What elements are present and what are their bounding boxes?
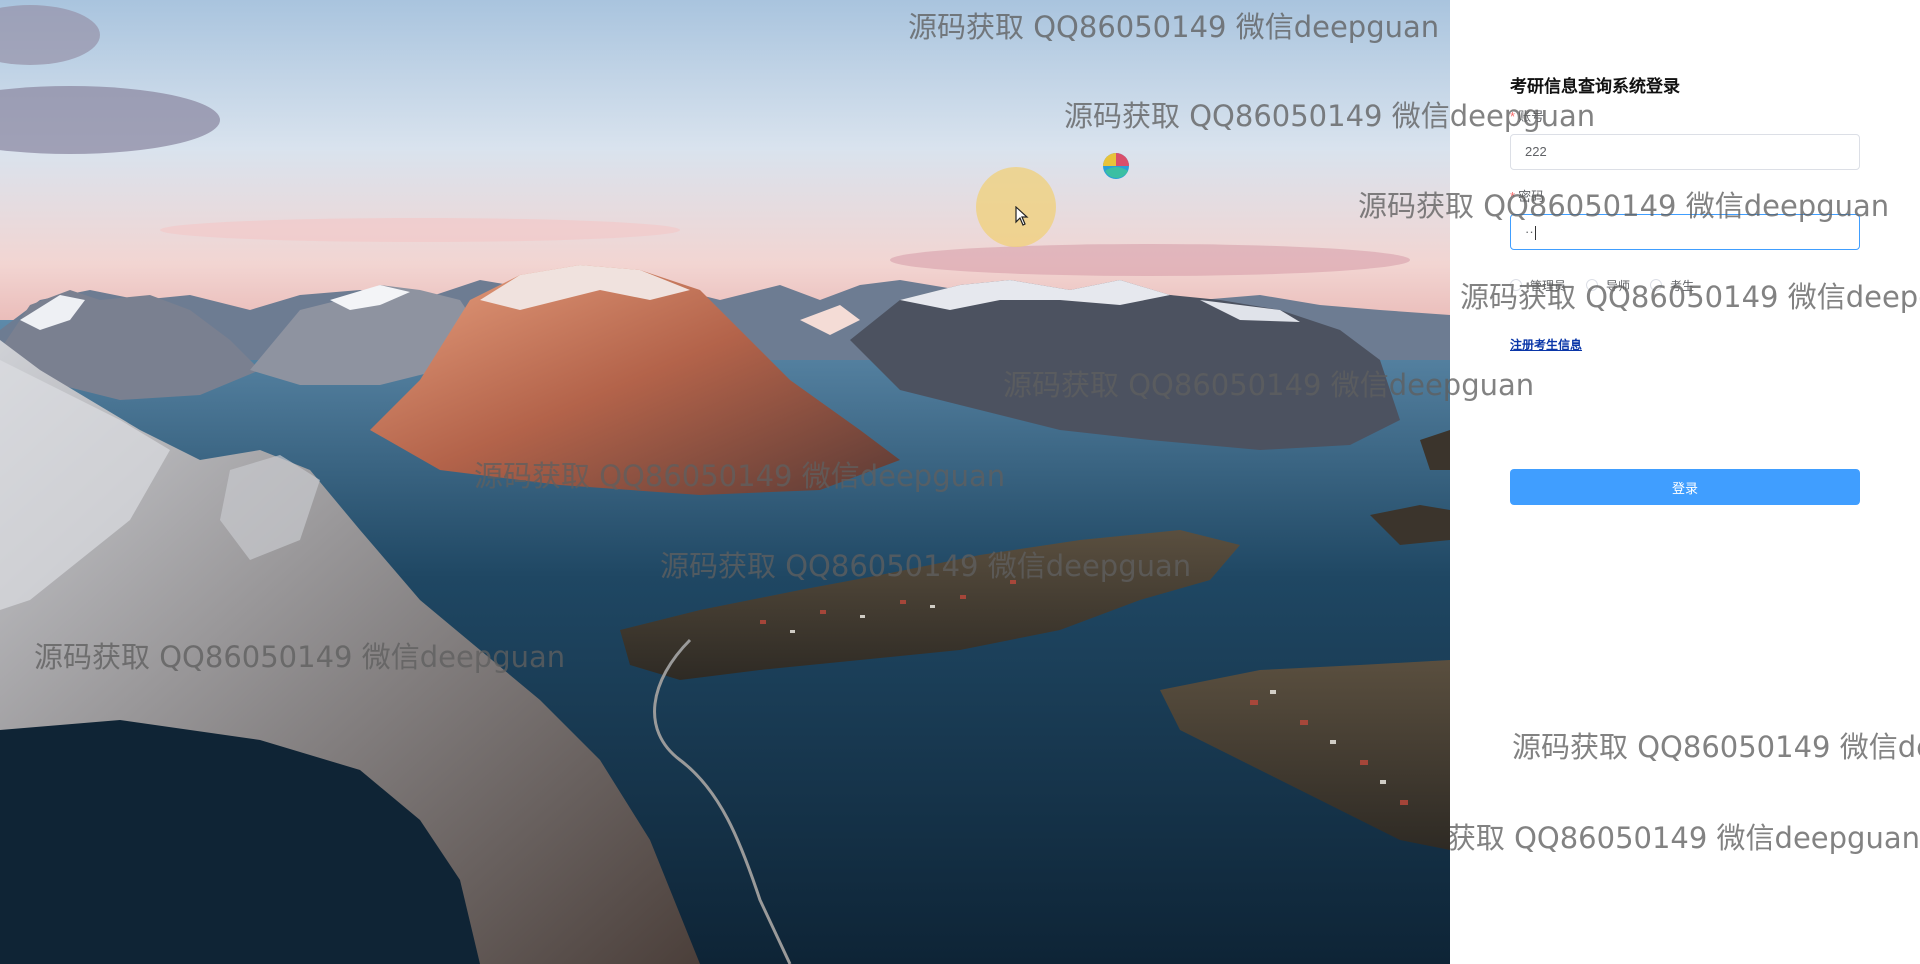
- password-label-text: 密码: [1518, 189, 1545, 204]
- password-label: * 密码: [1510, 188, 1860, 206]
- background-landscape-image: [0, 0, 1450, 964]
- required-mark: *: [1510, 109, 1516, 124]
- password-input[interactable]: ··: [1510, 214, 1860, 250]
- login-form: 考研信息查询系统登录 * 账号 222 * 密码 ·· 管理员 导师 考生 注册…: [1510, 76, 1860, 354]
- colorful-ball-icon: [1102, 151, 1130, 186]
- role-radio-label: 考生: [1670, 278, 1695, 293]
- form-title: 考研信息查询系统登录: [1510, 77, 1680, 96]
- radio-circle-icon: [1650, 279, 1663, 291]
- account-label-text: 账号: [1518, 109, 1545, 124]
- role-radio-admin[interactable]: 管理员: [1510, 277, 1566, 294]
- mouse-cursor-icon: [1015, 205, 1029, 231]
- role-radio-label: 管理员: [1530, 278, 1567, 293]
- login-panel: 考研信息查询系统登录 * 账号 222 * 密码 ·· 管理员 导师 考生 注册…: [1450, 0, 1920, 964]
- register-student-link[interactable]: 注册考生信息: [1510, 336, 1582, 353]
- account-label: * 账号: [1510, 108, 1860, 126]
- password-input-value: ··: [1525, 224, 1534, 239]
- role-radio-tutor[interactable]: 导师: [1586, 277, 1630, 294]
- account-input-value: 222: [1525, 144, 1547, 159]
- radio-circle-icon: [1510, 279, 1522, 291]
- login-button[interactable]: 登录: [1510, 469, 1860, 505]
- radio-circle-icon: [1586, 279, 1599, 291]
- required-mark: *: [1510, 189, 1516, 204]
- account-input[interactable]: 222: [1510, 134, 1860, 170]
- role-radio-student[interactable]: 考生: [1650, 277, 1694, 294]
- text-caret: [1534, 225, 1536, 240]
- role-radio-label: 导师: [1606, 278, 1631, 293]
- role-radio-group: 管理员 导师 考生: [1510, 276, 1860, 294]
- login-page: 考研信息查询系统登录 * 账号 222 * 密码 ·· 管理员 导师 考生 注册…: [0, 0, 1920, 964]
